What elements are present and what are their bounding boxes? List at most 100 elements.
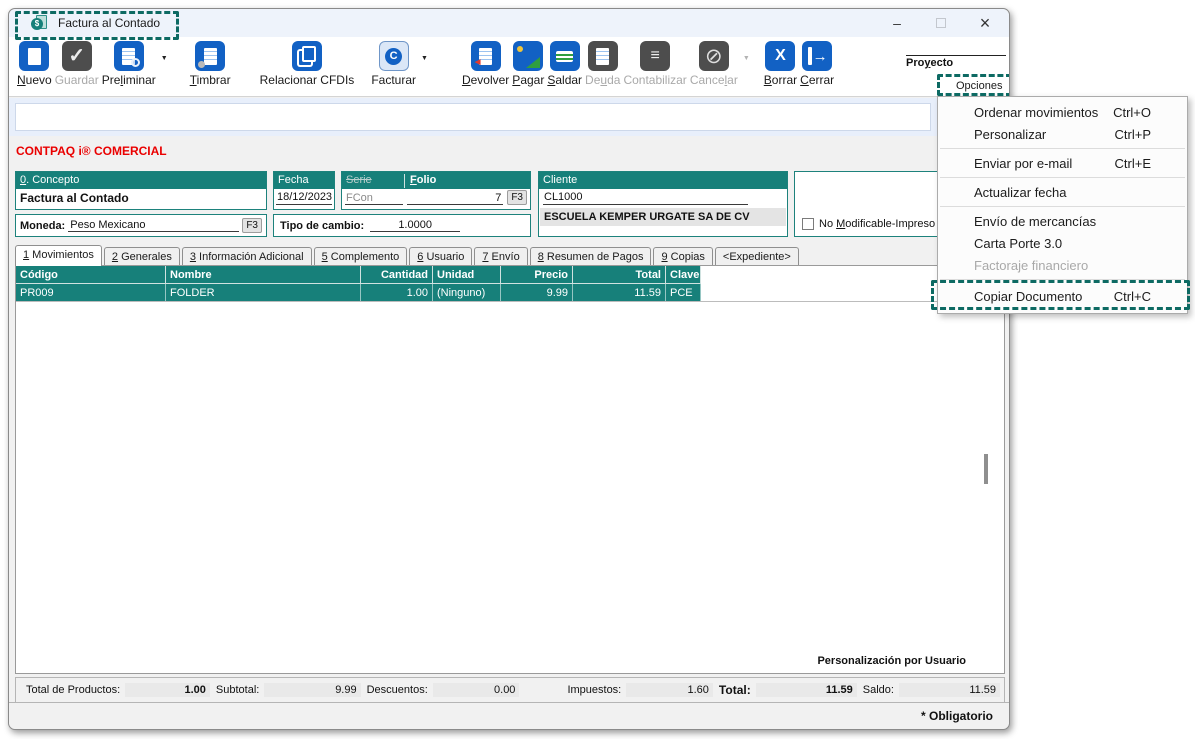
movimientos-grid: Código Nombre Cantidad Unidad Precio Tot…	[15, 265, 1005, 674]
menu-item-personalizar[interactable]: Personalizar Ctrl+P	[938, 123, 1187, 145]
menu-item-label: Personalizar	[974, 127, 1046, 142]
totals-bar: Total de Productos: 1.00 Subtotal: 9.99 …	[15, 677, 1005, 703]
toolbar-button-devolver[interactable]: ◄ Devolver	[462, 41, 509, 87]
descuentos-value: 0.00	[433, 683, 520, 697]
cell-clave: PCE	[666, 284, 701, 301]
folio-f3-button[interactable]: F3	[507, 190, 527, 205]
concepto-value[interactable]: Factura al Contado	[16, 189, 266, 207]
facturar-dropdown-icon[interactable]: ▼	[421, 55, 428, 62]
minimize-icon: –	[893, 15, 901, 31]
total-productos-label: Total de Productos:	[26, 684, 120, 696]
toolbar-button-label: Preliminar	[102, 73, 156, 87]
folio-value[interactable]: 7	[407, 192, 503, 205]
tipo-cambio-value[interactable]: 1.0000	[370, 219, 460, 232]
preliminar-dropdown-icon[interactable]: ▼	[161, 55, 168, 62]
no-modificable-checkbox[interactable]	[802, 218, 814, 230]
ledger-icon: ≡	[640, 41, 670, 71]
splitter-handle[interactable]	[984, 454, 988, 484]
tab-informacion-adicional[interactable]: 3 Información Adicional	[182, 247, 312, 266]
stamp-icon	[195, 41, 225, 71]
tab-resumen-pagos[interactable]: 8 Resumen de Pagos	[530, 247, 652, 266]
toolbar-button-label: Nuevo	[17, 73, 52, 87]
toolbar-button-saldar[interactable]: Saldar	[547, 41, 582, 87]
tab-envio[interactable]: 7 Envío	[474, 247, 527, 266]
proyecto-input-line[interactable]	[906, 55, 1006, 56]
minimize-button[interactable]: –	[875, 9, 919, 37]
toolbar-button-label: Guardar	[55, 73, 99, 87]
grid-header-row: Código Nombre Cantidad Unidad Precio Tot…	[16, 266, 1004, 284]
column-header[interactable]: Unidad	[433, 266, 501, 284]
tab-usuario[interactable]: 6 Usuario	[409, 247, 472, 266]
tab-copias[interactable]: 9 Copias	[653, 247, 712, 266]
maximize-button[interactable]	[919, 9, 963, 37]
toolbar-button-facturar[interactable]: C Facturar	[371, 41, 416, 87]
total-label: Total:	[719, 683, 751, 697]
menu-item-label: Carta Porte 3.0	[974, 236, 1062, 251]
invoice-icon: C	[379, 41, 409, 71]
opciones-button[interactable]: Opciones ▼	[950, 78, 1010, 94]
tab-complemento[interactable]: 5 Complemento	[314, 247, 408, 266]
toolbar-button-borrar[interactable]: X Borrar	[764, 41, 797, 87]
fecha-box: Fecha 18/12/2023	[273, 171, 335, 210]
tipo-cambio-label: Tipo de cambio:	[280, 220, 364, 232]
fecha-value[interactable]: 18/12/2023	[276, 190, 332, 205]
menu-item-actualizar-fecha[interactable]: Actualizar fecha	[938, 181, 1187, 203]
cancelar-dropdown-icon: ▼	[743, 55, 750, 62]
menu-item-enviar-email[interactable]: Enviar por e-mail Ctrl+E	[938, 152, 1187, 174]
toolbar-button-deuda: Deuda	[585, 41, 620, 87]
impuestos-value: 1.60	[626, 683, 713, 697]
column-header[interactable]: Código	[16, 266, 166, 284]
proyecto-field[interactable]: Proyecto	[906, 55, 1006, 69]
info-strip-field	[15, 103, 931, 131]
menu-item-carta-porte[interactable]: Carta Porte 3.0	[938, 232, 1187, 254]
column-header[interactable]: Total	[573, 266, 666, 284]
personalizacion-label: Personalización por Usuario	[817, 655, 966, 667]
subtotal-value: 9.99	[264, 683, 360, 697]
toolbar-button-label: Timbrar	[190, 73, 231, 87]
menu-separator	[940, 177, 1185, 178]
column-header[interactable]: Cantidad	[361, 266, 433, 284]
menu-item-copiar-documento[interactable]: Copiar Documento Ctrl+C	[938, 283, 1187, 309]
moneda-f3-button[interactable]: F3	[242, 218, 262, 233]
settle-icon	[550, 41, 580, 71]
toolbar-button-label: Contabilizar	[623, 73, 686, 87]
close-button[interactable]: ×	[963, 9, 1007, 37]
toolbar-button-nuevo[interactable]: Nuevo	[17, 41, 52, 87]
table-row[interactable]: PR009 FOLDER 1.00 (Ninguno) 9.99 11.59 P…	[16, 284, 1004, 302]
toolbar-button-preliminar[interactable]: Preliminar	[102, 41, 156, 87]
serie-folio-box: Serie Folio FCon 7 F3	[341, 171, 531, 210]
tab-movimientos[interactable]: 1 Movimientos	[15, 245, 102, 266]
saldo-label: Saldo:	[863, 684, 894, 696]
relate-documents-icon	[292, 41, 322, 71]
save-check-icon: ✓	[62, 41, 92, 71]
tab-expediente[interactable]: <Expediente>	[715, 247, 799, 266]
opciones-label: Opciones	[956, 80, 1002, 92]
toolbar-button-label: Saldar	[547, 73, 582, 87]
cliente-code[interactable]: CL1000	[543, 190, 748, 205]
saldo-value: 11.59	[899, 683, 1000, 697]
concepto-box: 0. Concepto Factura al Contado	[15, 171, 267, 210]
toolbar-button-relacionar-cfdis[interactable]: Relacionar CFDIs	[260, 41, 355, 87]
total-productos-value: 1.00	[125, 683, 210, 697]
column-header[interactable]: Nombre	[166, 266, 361, 284]
concepto-header: 0. Concepto	[16, 172, 266, 189]
menu-item-ordenar-movimientos[interactable]: Ordenar movimientos Ctrl+O	[938, 101, 1187, 123]
toolbar-button-pagar[interactable]: Pagar	[512, 41, 544, 87]
obligatorio-label: * Obligatorio	[921, 709, 993, 723]
toolbar-button-timbrar[interactable]: Timbrar	[190, 41, 231, 87]
tab-generales[interactable]: 2 Generales	[104, 247, 180, 266]
moneda-value[interactable]: Peso Mexicano	[68, 219, 239, 232]
toolbar-button-label: Devolver	[462, 73, 509, 87]
menu-item-shortcut: Ctrl+O	[1113, 105, 1177, 120]
menu-item-label: Envío de mercancías	[974, 214, 1096, 229]
serie-value[interactable]: FCon	[345, 192, 403, 205]
menu-item-envio-mercancias[interactable]: Envío de mercancías	[938, 210, 1187, 232]
toolbar-button-label: Pagar	[512, 73, 544, 87]
toolbar-button-cerrar[interactable]: → Cerrar	[800, 41, 834, 87]
menu-item-shortcut: Ctrl+C	[1114, 289, 1177, 304]
column-header[interactable]: Precio	[501, 266, 573, 284]
proyecto-label: Proyecto	[906, 57, 1006, 69]
cell-precio: 9.99	[501, 284, 573, 301]
toolbar-button-label: Cancelar	[690, 73, 738, 87]
column-header[interactable]: Clave	[666, 266, 701, 284]
